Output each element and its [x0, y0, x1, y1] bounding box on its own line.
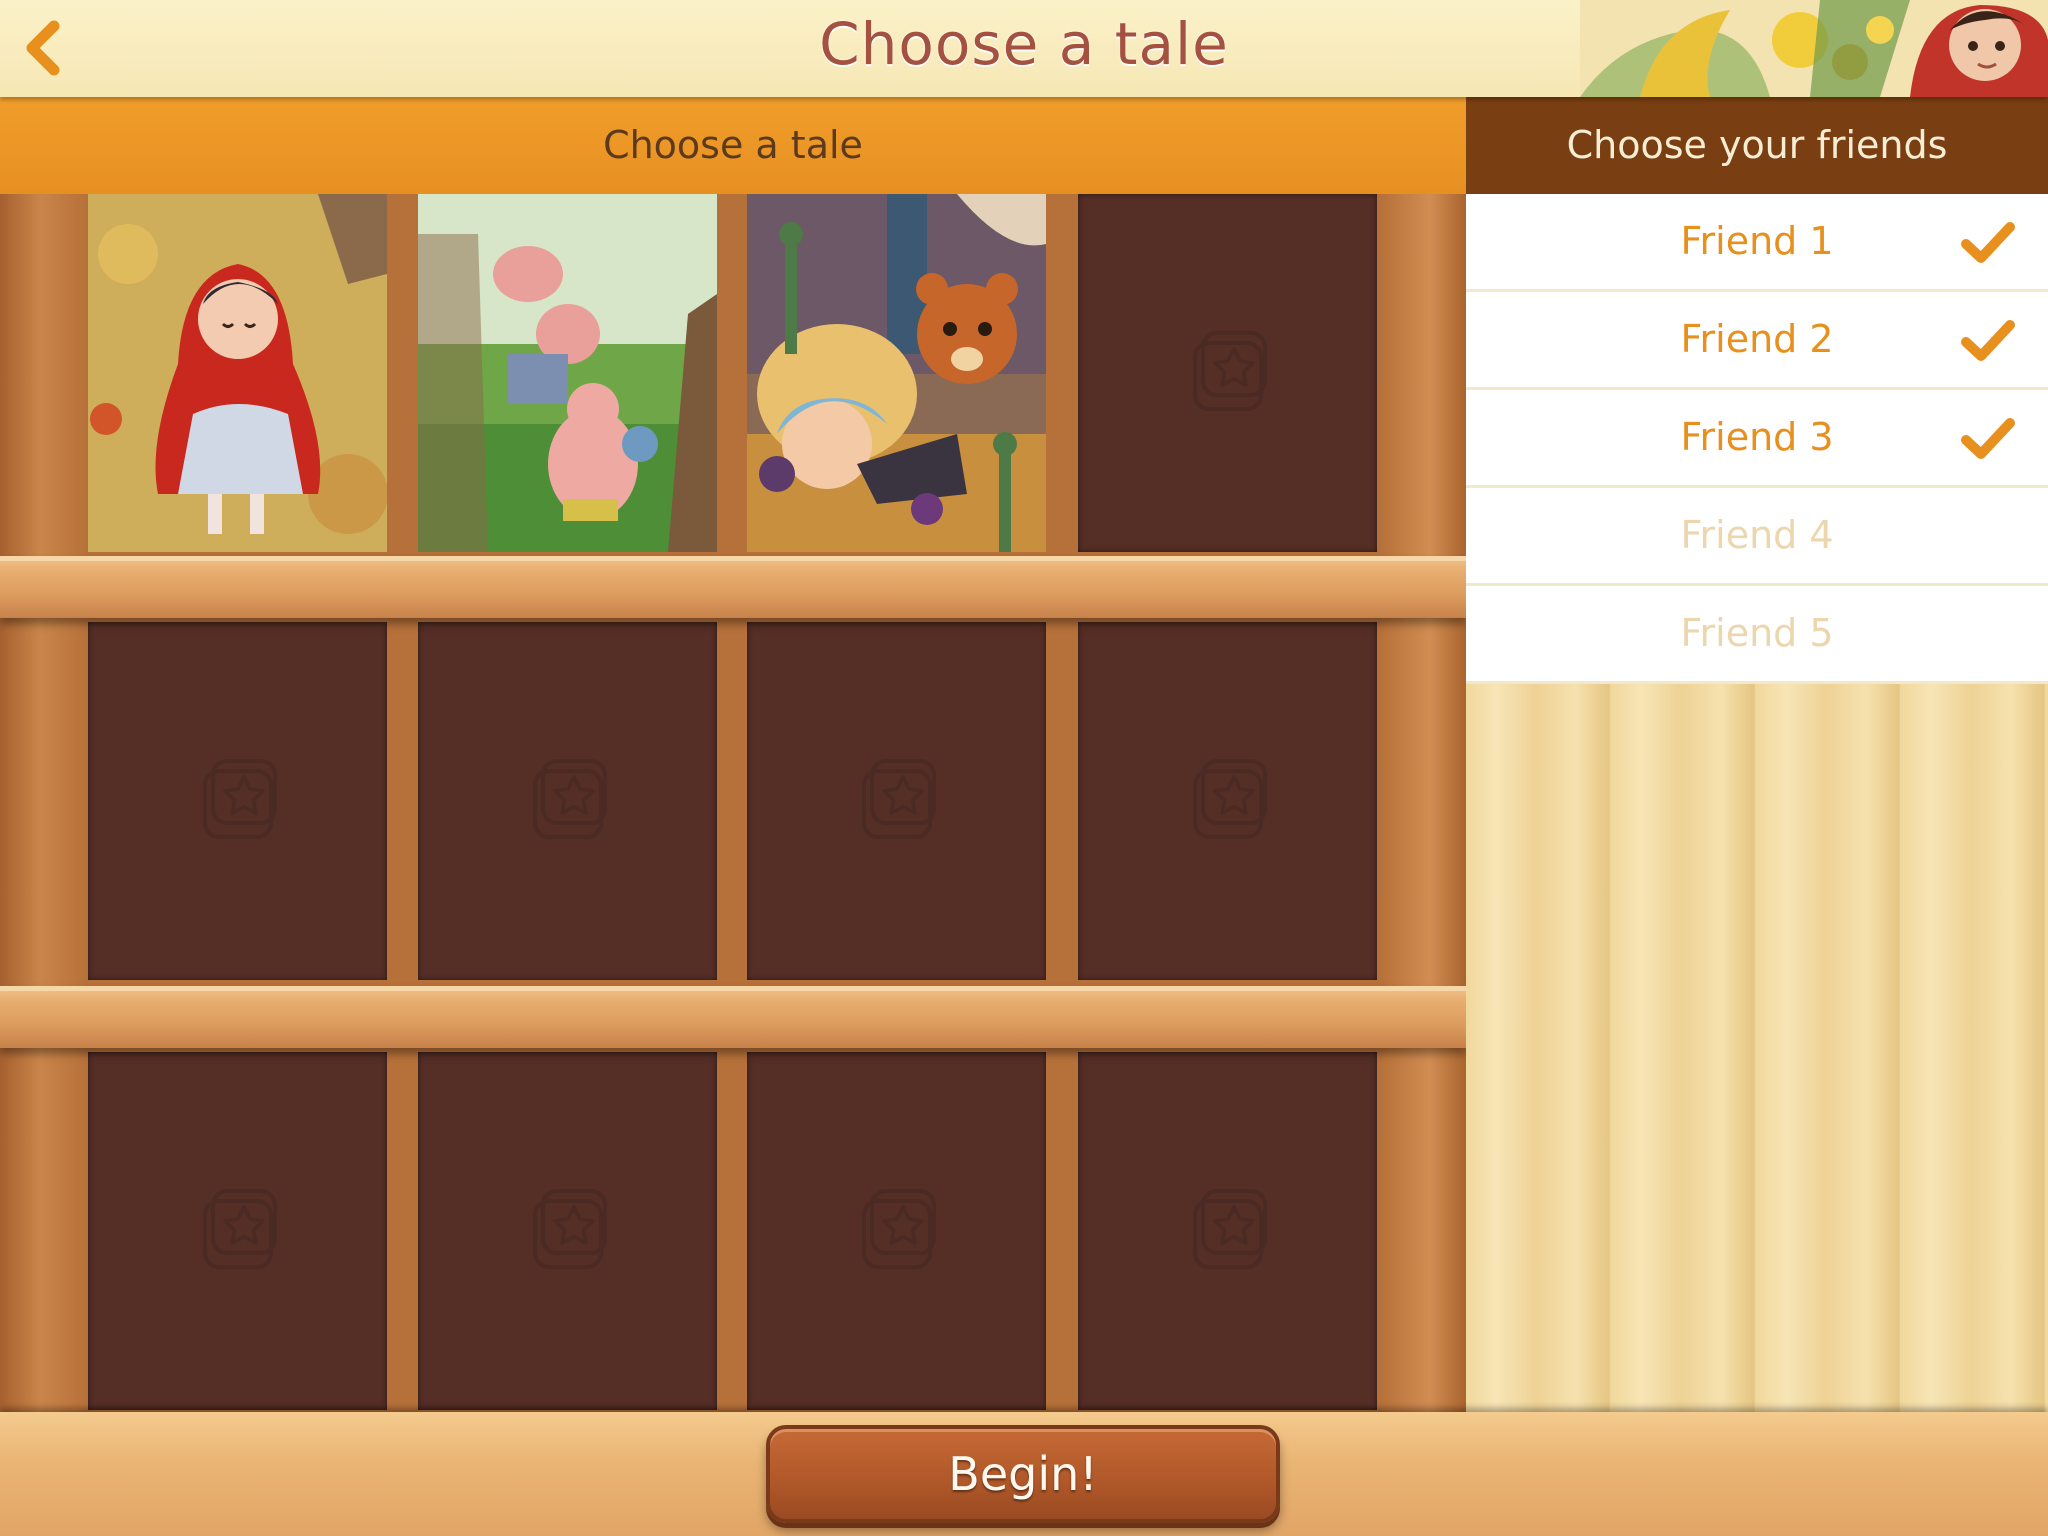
storybook-star-icon — [203, 759, 277, 839]
tale-slot-2[interactable] — [418, 194, 717, 552]
tale-shelf — [0, 194, 1466, 1412]
checkmark-icon — [1961, 320, 2015, 361]
storybook-star-icon — [1193, 331, 1267, 411]
tale-slot-10[interactable] — [418, 1052, 717, 1410]
choose-tale-header: Choose a tale — [0, 97, 1466, 194]
storybook-star-icon — [862, 1189, 936, 1269]
tale-slot-5[interactable] — [88, 622, 387, 980]
storybook-star-icon — [533, 1189, 607, 1269]
friend-row-2[interactable]: Friend 2 — [1466, 292, 2048, 390]
tale-slot-9[interactable] — [88, 1052, 387, 1410]
tale-cover-sleeping-girl-bear — [747, 194, 1046, 552]
friend-label: Friend 5 — [1680, 611, 1834, 655]
tale-slot-1[interactable] — [88, 194, 387, 552]
storybook-star-icon — [533, 759, 607, 839]
tale-slot-4[interactable] — [1078, 194, 1377, 552]
corner-illustration — [1580, 0, 2048, 97]
choose-friends-header: Choose your friends — [1466, 97, 2048, 194]
begin-button[interactable]: Begin! — [766, 1425, 1280, 1523]
tale-cover-three-pigs — [418, 194, 717, 552]
shelf-plank — [0, 556, 1466, 618]
tale-slot-12[interactable] — [1078, 1052, 1377, 1410]
friend-label: Friend 4 — [1680, 513, 1834, 557]
shelf-plank — [0, 986, 1466, 1048]
tale-slot-6[interactable] — [418, 622, 717, 980]
storybook-star-icon — [862, 759, 936, 839]
tale-slot-7[interactable] — [747, 622, 1046, 980]
checkmark-icon — [1961, 418, 2015, 459]
friend-row-4[interactable]: Friend 4 — [1466, 488, 2048, 586]
storybook-star-icon — [203, 1189, 277, 1269]
tale-slot-8[interactable] — [1078, 622, 1377, 980]
friends-panel: Friend 1 Friend 2 Friend 3 Friend 4 Frie… — [1466, 194, 2048, 1412]
top-bar: Choose a tale — [0, 0, 2048, 97]
tale-cover-red-hood — [88, 194, 387, 552]
storybook-star-icon — [1193, 1189, 1267, 1269]
friend-row-1[interactable]: Friend 1 — [1466, 194, 2048, 292]
tale-slot-11[interactable] — [747, 1052, 1046, 1410]
tale-slot-3[interactable] — [747, 194, 1046, 552]
checkmark-icon — [1961, 222, 2015, 263]
friend-row-3[interactable]: Friend 3 — [1466, 390, 2048, 488]
friend-row-5[interactable]: Friend 5 — [1466, 586, 2048, 684]
storybook-star-icon — [1193, 759, 1267, 839]
